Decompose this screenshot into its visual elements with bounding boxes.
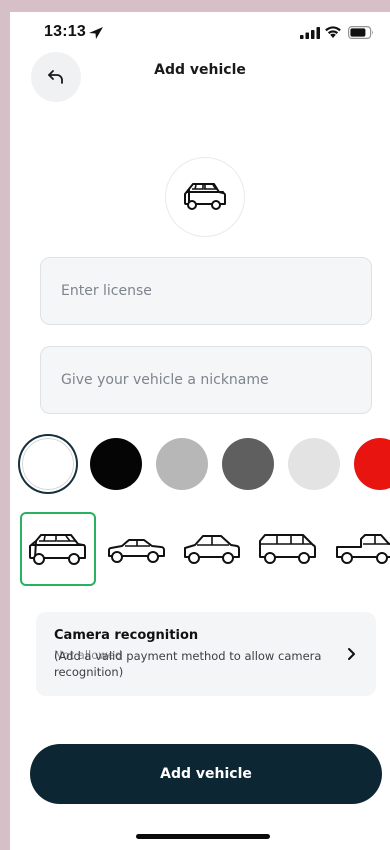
page-title: Add vehicle <box>154 62 246 78</box>
wifi-icon <box>325 26 341 38</box>
color-swatch-dark-gray[interactable] <box>222 438 274 490</box>
suv-icon <box>184 183 226 210</box>
color-swatch-light-gray[interactable] <box>288 438 340 490</box>
phone-screen: 13:13 Add vehicle Enter license Give you… <box>10 12 390 850</box>
status-time: 13:13 <box>44 23 86 40</box>
signal-icon <box>300 27 320 39</box>
vehicle-type-van[interactable] <box>250 512 326 586</box>
vehicle-type-hatchback[interactable] <box>174 512 250 586</box>
vehicle-type-suv[interactable] <box>20 512 96 586</box>
location-arrow-icon <box>89 27 103 39</box>
vehicle-avatar <box>165 157 245 237</box>
battery-icon <box>348 26 373 39</box>
camera-recognition-description: (Add a valid payment method to allow cam… <box>54 649 322 679</box>
suv-icon <box>29 534 86 565</box>
vehicle-type-sedan[interactable] <box>98 512 174 586</box>
vehicle-type-pickup[interactable] <box>326 512 390 586</box>
van-icon <box>259 534 316 564</box>
color-swatch-white[interactable] <box>22 438 74 490</box>
sedan-icon <box>108 539 165 563</box>
chevron-right-icon <box>348 648 355 660</box>
color-swatch-silver[interactable] <box>156 438 208 490</box>
home-indicator <box>136 834 270 839</box>
pickup-icon <box>336 534 390 564</box>
color-swatch-red[interactable] <box>354 438 390 490</box>
license-input[interactable] <box>40 257 372 325</box>
add-vehicle-button[interactable]: Add vehicle <box>30 744 382 804</box>
status-bar: 13:13 <box>10 12 390 52</box>
nickname-input[interactable] <box>40 346 372 414</box>
hatchback-icon <box>184 535 240 564</box>
color-swatch-black[interactable] <box>90 438 142 490</box>
camera-recognition-card[interactable]: Camera recognition Not allowed (Add a va… <box>36 612 376 696</box>
camera-recognition-title: Camera recognition <box>54 628 199 643</box>
